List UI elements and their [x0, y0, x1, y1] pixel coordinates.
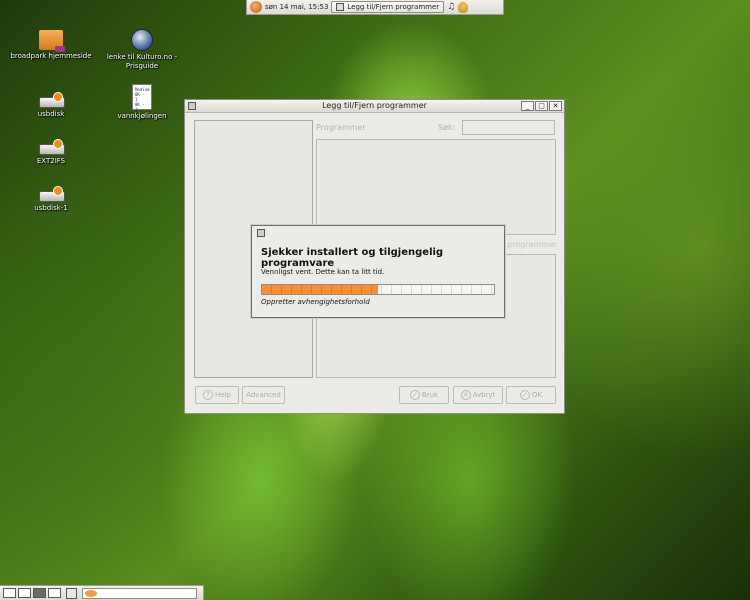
cancel-icon: ✕: [460, 390, 471, 400]
desktop-icon-usbdisk-1[interactable]: usbdisk-1: [6, 186, 96, 213]
desktop-icon-ext2ifs[interactable]: EXT2IFS: [6, 139, 96, 166]
desktop-icon-kulturo-link[interactable]: lenke til Kulturo.no - Prisguide: [97, 29, 187, 71]
window-titlebar[interactable]: Legg til/Fjern programmer _ □ ✕: [185, 100, 564, 113]
ok-button[interactable]: ✓ OK: [506, 386, 556, 404]
desktop-icon-label: usbdisk-1: [34, 204, 68, 212]
dialog-heading: Sjekker installert og tilgjengelig progr…: [261, 247, 444, 269]
doc-line: 0K - 1: [135, 102, 145, 112]
desktop-icon-label: broadpark hjemmeside: [10, 52, 92, 60]
trash-icon[interactable]: [66, 587, 77, 599]
drive-icon: [39, 186, 65, 202]
desktop-icon-label: usbdisk: [37, 110, 65, 118]
dialog-message: Vennligst vent. Dette kan ta litt tid.: [261, 268, 385, 276]
gnome-foot-icon[interactable]: [250, 1, 262, 13]
cancel-button[interactable]: ✕ Avbryt: [453, 386, 503, 404]
help-button[interactable]: ? Help: [195, 386, 239, 404]
top-panel: søn 14 mai, 15:53 Legg til/Fjern program…: [246, 0, 504, 15]
desktop-icon-label: vannkjølingen: [117, 112, 167, 120]
ok-icon: ✓: [519, 390, 530, 400]
desktop-icon-label: lenke til Kulturo.no - Prisguide: [106, 53, 178, 70]
clock[interactable]: søn 14 mai, 15:53: [265, 3, 328, 11]
search-input[interactable]: [462, 120, 555, 135]
programs-label: Programmer: [316, 123, 366, 132]
window-title: Legg til/Fjern programmer: [322, 101, 427, 110]
maximize-button[interactable]: □: [535, 101, 548, 111]
document-icon: Medium 0K - 1 0K - 1: [132, 84, 152, 112]
minimize-button[interactable]: _: [521, 101, 534, 111]
desktop-icon-broadpark[interactable]: broadpark hjemmeside: [6, 30, 96, 61]
window-menu-icon[interactable]: [188, 102, 196, 110]
ok-button-label: OK: [531, 391, 543, 399]
progress-dialog: Sjekker installert og tilgjengelig progr…: [251, 225, 505, 318]
program-list[interactable]: [316, 139, 556, 235]
window-controls: _ □ ✕: [521, 101, 562, 111]
globe-icon: [131, 29, 153, 51]
dialog-icon: [257, 229, 265, 237]
close-button[interactable]: ✕: [549, 101, 562, 111]
fish-icon: [85, 589, 97, 597]
progress-bar-fill: [262, 285, 378, 294]
help-icon: ?: [203, 390, 214, 400]
bottom-panel: [0, 585, 204, 600]
workspace-4[interactable]: [48, 588, 61, 598]
check-icon: ✓: [409, 390, 420, 400]
advanced-button[interactable]: Advanced: [242, 386, 285, 404]
drive-icon: [39, 92, 65, 108]
apply-button-label: Bruk: [421, 391, 439, 399]
desktop-icon-vannkjolingen[interactable]: Medium 0K - 1 0K - 1 vannkjølingen: [97, 84, 187, 121]
progress-bar: [261, 284, 495, 295]
application-icon: [336, 3, 345, 11]
help-button-label: Help: [215, 391, 231, 399]
search-label: Søk:: [438, 123, 456, 132]
notification-icon[interactable]: [458, 1, 469, 13]
advanced-button-label: Advanced: [246, 391, 281, 399]
workspace-1[interactable]: [3, 588, 16, 598]
taskbar-button-add-remove[interactable]: Legg til/Fjern programmer: [331, 1, 445, 13]
workspace-3[interactable]: [33, 588, 46, 598]
description-label: programmer: [507, 240, 558, 249]
music-note-icon[interactable]: ♫: [447, 2, 455, 12]
apply-button[interactable]: ✓ Bruk: [399, 386, 449, 404]
drive-icon: [39, 139, 65, 155]
workspace-2[interactable]: [18, 588, 31, 598]
desktop-icon-label: EXT2IFS: [36, 157, 66, 165]
cancel-button-label: Avbryt: [472, 391, 496, 399]
doc-line: 0K - 1: [135, 92, 145, 102]
taskbar-button-label: Legg til/Fjern programmer: [347, 3, 440, 11]
desktop-icon-usbdisk[interactable]: usbdisk: [6, 92, 96, 119]
progress-status: Oppretter avhengighetsforhold: [261, 298, 370, 306]
folder-icon: [39, 30, 65, 52]
window-list-field[interactable]: [82, 587, 197, 599]
